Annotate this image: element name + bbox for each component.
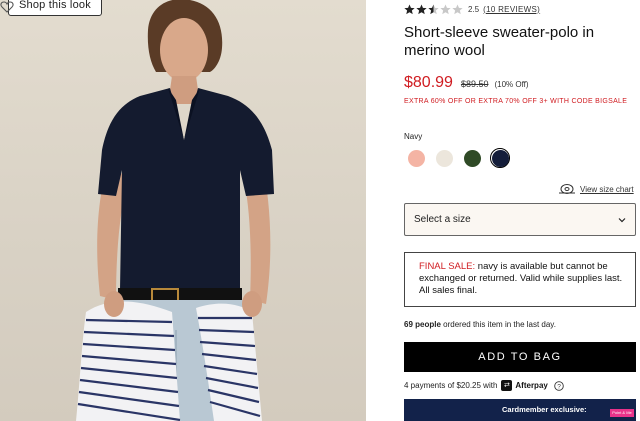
swatch-coral-fill [407, 149, 425, 167]
swatch-ivory[interactable] [434, 148, 454, 168]
info-icon[interactable]: ? [554, 380, 564, 391]
social-proof: 69 people ordered this item in the last … [404, 320, 556, 329]
card-banner-text: Cardmember exclusive: [502, 405, 587, 414]
size-select[interactable]: Select a size [404, 203, 636, 236]
original-price: $89.50 [460, 79, 489, 89]
product-title: Short-sleeve sweater-polo in merino wool [404, 24, 595, 59]
star-full-icon [416, 3, 427, 14]
price-row: $80.99 $89.50 (10% Off) [404, 74, 529, 92]
tape-measure-icon [559, 184, 575, 194]
size-select-label: Select a size [414, 214, 471, 225]
afterpay-text: 4 payments of $20.25 with [404, 381, 498, 390]
color-label: Navy [404, 132, 423, 141]
swatch-navy-fill [491, 149, 509, 167]
svg-text:?: ? [557, 383, 561, 390]
afterpay-logo-icon: ⇄ [501, 380, 513, 391]
swatch-coral[interactable] [406, 148, 426, 168]
add-to-bag-button[interactable]: ADD TO BAG [404, 342, 636, 372]
discount-percent: (10% Off) [494, 80, 529, 89]
swatch-green[interactable] [462, 148, 482, 168]
star-empty-icon [440, 3, 451, 14]
final-sale-notice: FINAL SALE: navy is available but cannot… [404, 252, 636, 307]
product-photo[interactable]: Shop this look [0, 0, 366, 421]
heart-icon[interactable] [0, 0, 14, 14]
ordered-count: 69 people [404, 320, 441, 329]
swatch-green-fill [463, 149, 481, 167]
color-swatches [406, 148, 510, 168]
afterpay-row: 4 payments of $20.25 with ⇄ Afterpay ? [404, 380, 564, 391]
afterpay-brand: Afterpay [515, 381, 548, 390]
swatch-ivory-fill [435, 149, 453, 167]
star-full-icon [404, 3, 415, 14]
reviews-link[interactable]: (10 REVIEWS) [483, 5, 540, 14]
star-empty-icon [452, 3, 463, 14]
shop-this-look-button[interactable]: Shop this look [8, 0, 102, 16]
final-sale-label: FINAL SALE: [419, 261, 476, 272]
view-size-chart-link[interactable]: View size chart [580, 185, 634, 194]
rating-stars [404, 3, 463, 15]
cardmember-banner[interactable]: Cardmember exclusive: Point & Me [404, 399, 636, 421]
size-chart-link-row[interactable]: View size chart [558, 183, 634, 195]
point-me-badge: Point & Me [610, 409, 634, 417]
rating-value: 2.5 [468, 4, 480, 14]
ordered-text: ordered this item in the last day. [443, 320, 556, 329]
chevron-down-icon [618, 217, 626, 222]
promo-text: EXTRA 60% OFF OR EXTRA 70% OFF 3+ WITH C… [404, 98, 628, 105]
sale-price: $80.99 [404, 74, 453, 91]
star-half-icon [428, 3, 439, 14]
model-illustration [76, 0, 274, 421]
rating-row: 2.5 (10 REVIEWS) [404, 3, 540, 15]
swatch-navy[interactable] [490, 148, 510, 168]
